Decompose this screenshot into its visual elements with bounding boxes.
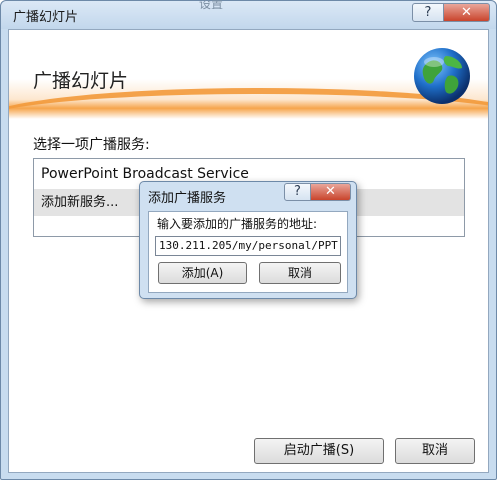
add-button[interactable]: 添加(A) (158, 262, 247, 284)
close-button[interactable]: ✕ (444, 3, 490, 22)
cancel-button[interactable]: 取消 (395, 438, 475, 464)
window-title: 广播幻灯片 (13, 10, 79, 25)
add-broadcast-service-dialog: 添加广播服务 ? ✕ 输入要添加的广播服务的地址: 130.211.205/my… (139, 181, 357, 299)
dialog-cancel-button[interactable]: 取消 (259, 262, 341, 284)
background-window-title: 设置 (199, 0, 224, 11)
globe-icon (414, 48, 470, 104)
help-button[interactable]: ? (412, 3, 444, 22)
header-title: 广播幻灯片 (33, 70, 129, 92)
title-bar[interactable]: 设置 广播幻灯片 ? ✕ (1, 0, 496, 29)
address-prompt-label: 输入要添加的广播服务的地址: (157, 217, 318, 231)
dialog-close-button[interactable]: ✕ (311, 183, 351, 201)
service-address-input[interactable]: 130.211.205/my/personal/PPT (155, 236, 341, 256)
dialog-help-button[interactable]: ? (284, 183, 311, 201)
header-banner: 广播幻灯片 (9, 30, 488, 119)
dialog-body: 输入要添加的广播服务的地址: 130.211.205/my/personal/P… (148, 211, 348, 293)
start-broadcast-button[interactable]: 启动广播(S) (254, 438, 384, 464)
dialog-title: 添加广播服务 (148, 191, 227, 206)
select-service-label: 选择一项广播服务: (33, 137, 150, 153)
